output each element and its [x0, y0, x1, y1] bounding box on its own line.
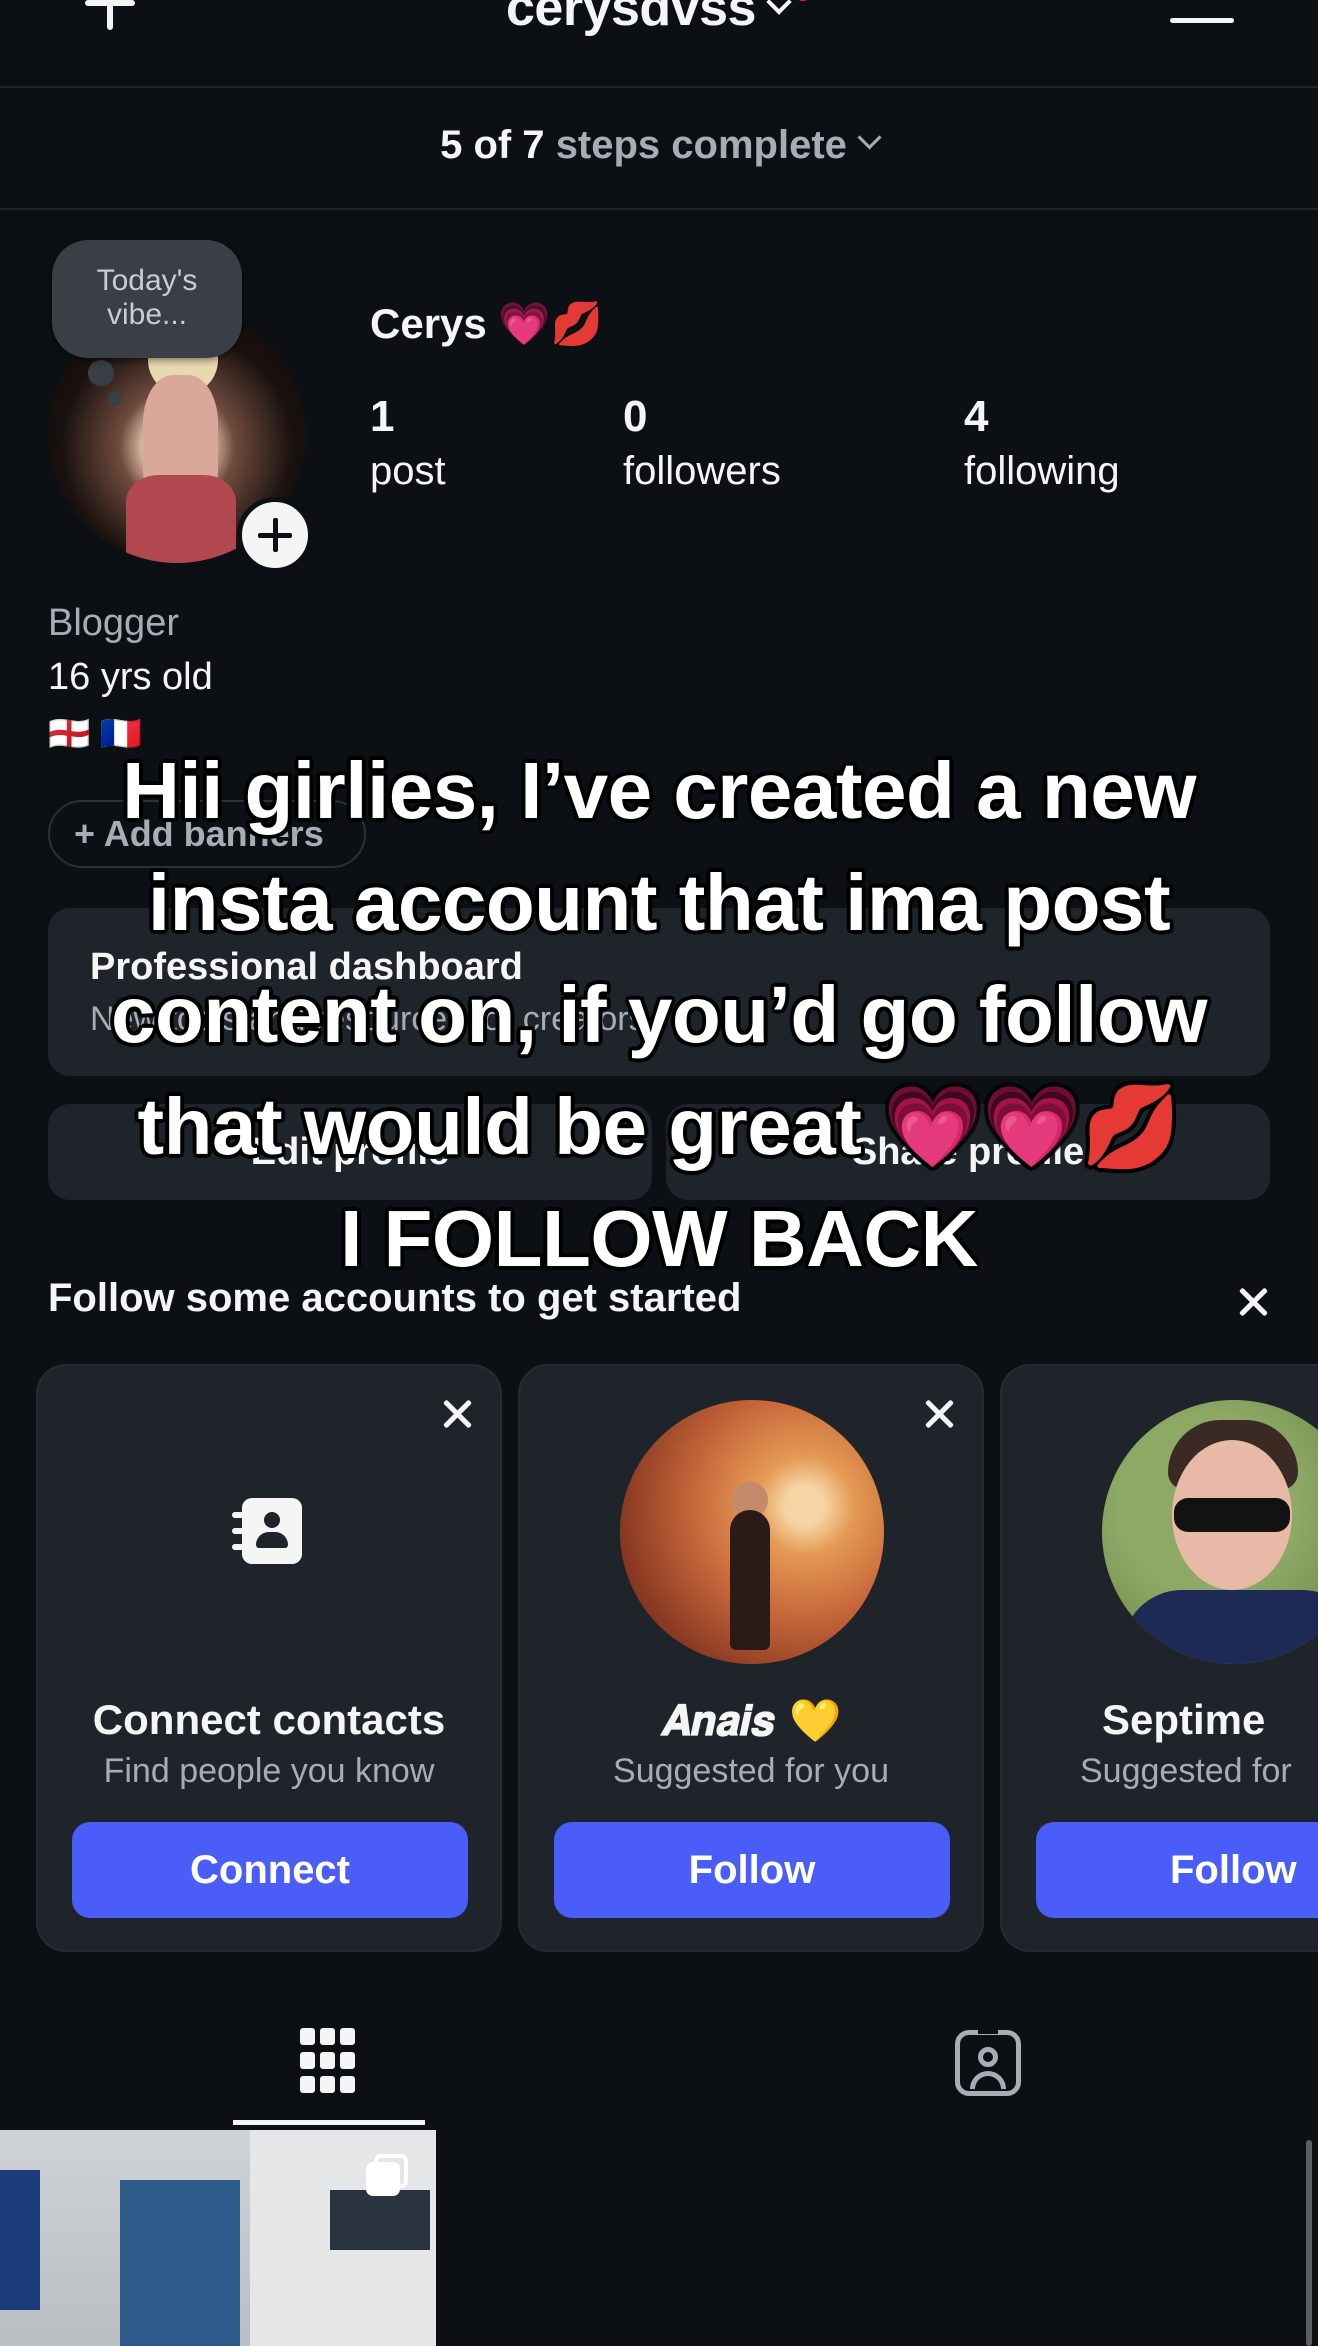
posts-grid-tab-icon[interactable] [300, 2028, 356, 2094]
chevron-down-icon [857, 125, 882, 150]
scrollbar[interactable] [1306, 2140, 1312, 2346]
suggestion-card-contacts: Connect contacts Find people you know Co… [36, 1364, 502, 1952]
follow-button[interactable]: Follow [1036, 1822, 1318, 1918]
hamburger-menu-icon[interactable] [1170, 0, 1234, 30]
card-title: Septime [1102, 1696, 1266, 1743]
profile-category: Blogger [48, 602, 179, 644]
suggestion-card-septime: Septime Suggested for Follow [1000, 1364, 1318, 1952]
follow-button[interactable]: Follow [554, 1822, 950, 1918]
card-subtitle: Find people you know [103, 1752, 435, 1790]
close-icon[interactable] [924, 1398, 954, 1428]
note-bubble[interactable]: Today's vibe... [52, 240, 242, 358]
active-tab-indicator [233, 2120, 425, 2125]
connect-button[interactable]: Connect [72, 1822, 468, 1918]
card-subtitle: Suggested for [1080, 1752, 1292, 1790]
tagged-tab-icon[interactable] [955, 2026, 1021, 2096]
close-icon[interactable] [442, 1398, 472, 1428]
card-title: Connect contacts [92, 1696, 446, 1743]
note-text: Today's vibe... [96, 264, 198, 331]
suggestions-title: Follow some accounts to get started [48, 1276, 742, 1320]
caption-line: content on, if you’d go follow [111, 970, 1207, 1059]
suggestion-card-anais: 𝑨𝒏𝒂𝒊𝒔 💛 Suggested for you Follow [518, 1364, 984, 1952]
contacts-book-icon [232, 1498, 302, 1564]
display-name: Cerys 💗💋 [370, 300, 604, 347]
suggested-user-avatar[interactable] [620, 1400, 884, 1664]
posts-stat[interactable]: 1 post [370, 390, 446, 498]
steps-progress[interactable]: 5 of 7 steps complete [0, 86, 1318, 210]
username-switcher[interactable]: cerysdvss [0, 0, 1318, 38]
caption-line: that would be great 💗💗💋 [137, 1082, 1181, 1171]
caption-line: Hii girlies, I’ve created a new [122, 746, 1196, 835]
username: cerysdvss [506, 0, 756, 37]
chevron-down-icon [766, 0, 792, 15]
followers-stat[interactable]: 0 followers [623, 390, 781, 498]
caption-line: insta account that ima post [147, 858, 1171, 947]
profile-bio: 16 yrs old [48, 656, 213, 698]
card-title: 𝑨𝒏𝒂𝒊𝒔 💛 [660, 1696, 842, 1745]
notification-dot [793, 0, 812, 1]
card-subtitle: Suggested for you [613, 1752, 889, 1790]
note-bubble-dot [88, 360, 114, 386]
steps-label: steps complete [555, 123, 847, 167]
note-bubble-dot [108, 392, 122, 406]
suggested-user-avatar[interactable] [1102, 1400, 1318, 1664]
add-story-plus-icon[interactable] [237, 497, 313, 573]
close-icon[interactable] [1238, 1286, 1268, 1316]
carousel-multiple-icon [366, 2154, 410, 2198]
video-caption-overlay: Hii girlies, I’ve created a new insta ac… [0, 735, 1318, 1295]
following-stat[interactable]: 4 following [964, 390, 1120, 498]
steps-count: 5 of 7 [440, 123, 545, 167]
